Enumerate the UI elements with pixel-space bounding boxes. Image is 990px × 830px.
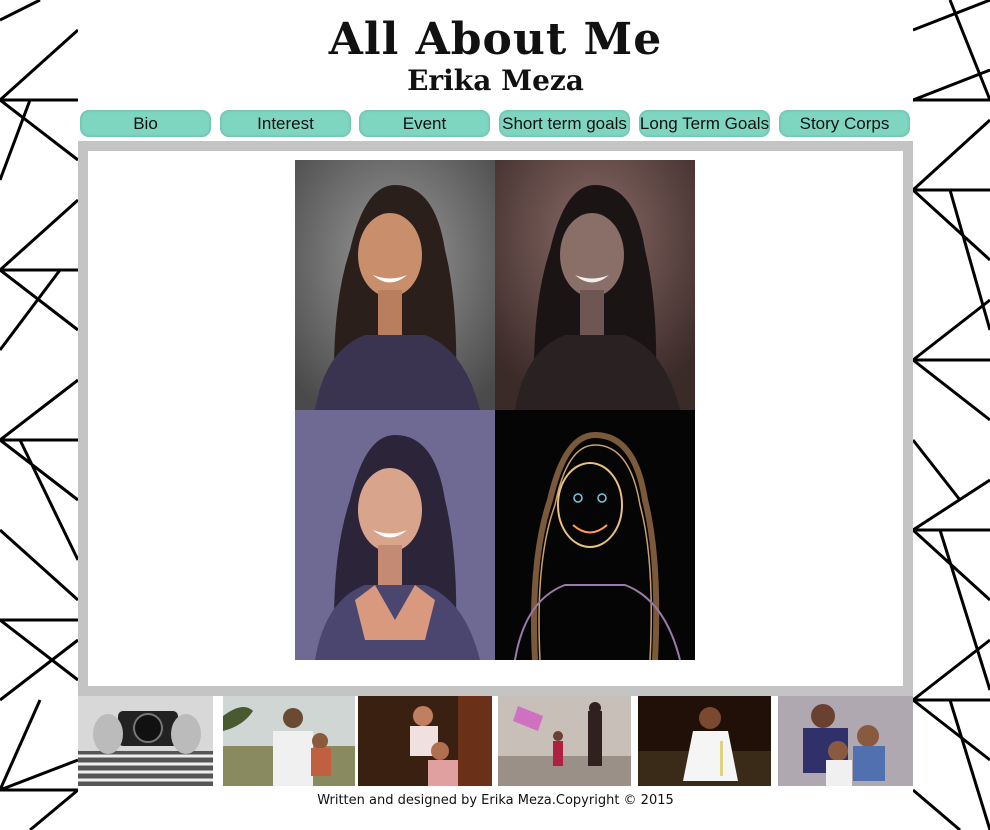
thumbnail-pinata-party-image[interactable]	[498, 696, 631, 786]
thumbnail-photographer-image[interactable]	[78, 696, 213, 786]
thumbnail-man-holding-baby-image[interactable]	[223, 696, 355, 786]
thumbnail-man-with-children-image[interactable]	[778, 696, 913, 786]
nav-event-button[interactable]: Event	[359, 110, 490, 137]
portrait-natural-image	[295, 160, 495, 410]
content-frame	[78, 141, 913, 696]
main-navigation: Bio Interest Event Short term goals Long…	[78, 110, 913, 140]
nav-bio-button[interactable]: Bio	[80, 110, 211, 137]
nav-long-term-goals-button[interactable]: Long Term Goals	[639, 110, 770, 137]
content-panel	[88, 151, 903, 686]
thumbnail-baby-in-white-dress-image[interactable]	[638, 696, 771, 786]
nav-interest-button[interactable]: Interest	[220, 110, 351, 137]
page-title: All About Me	[328, 14, 663, 65]
portrait-neon-edge-image	[495, 410, 695, 660]
nav-short-term-goals-button[interactable]: Short term goals	[499, 110, 630, 137]
photo-thumbnail-strip	[78, 696, 913, 786]
footer-copyright: Written and designed by Erika Meza.Copyr…	[317, 793, 674, 808]
page-subtitle: Erika Meza	[407, 64, 584, 97]
nav-story-corps-button[interactable]: Story Corps	[779, 110, 910, 137]
portrait-collage	[295, 160, 695, 660]
page-container: All About Me Erika Meza Bio Interest Eve…	[78, 0, 913, 830]
portrait-posterized-image	[295, 410, 495, 660]
thumbnail-children-sitting-image[interactable]	[358, 696, 492, 786]
portrait-sepia-image	[495, 160, 695, 410]
